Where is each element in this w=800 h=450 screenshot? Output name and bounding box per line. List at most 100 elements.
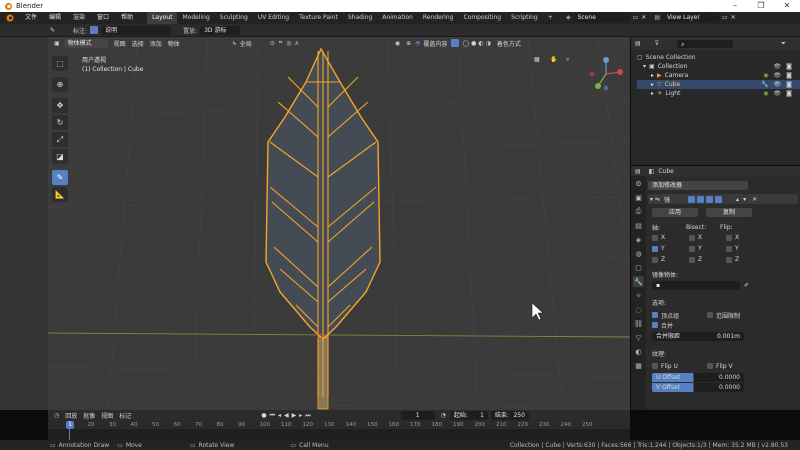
merge-limit-field[interactable]: 合并限距 0.001m: [652, 332, 744, 341]
editor-type-icon[interactable]: ▣: [54, 40, 60, 47]
camera-view-icon[interactable]: ▦: [534, 56, 540, 63]
tab-modeling[interactable]: Modeling: [177, 12, 214, 24]
bisect-x-checkbox[interactable]: [689, 234, 695, 241]
output-tab-icon[interactable]: ⎙: [633, 206, 644, 217]
outliner-filter-icon[interactable]: ⊽: [655, 40, 659, 47]
apply-button[interactable]: 应用: [652, 208, 698, 217]
clipping-checkbox[interactable]: [707, 312, 713, 318]
timeline-track[interactable]: 1020304050607080901001101201301401501601…: [48, 421, 630, 440]
prev-key-icon[interactable]: ◂: [278, 412, 281, 419]
render-toggle-icon[interactable]: [706, 195, 714, 203]
world-tab-icon[interactable]: ◍: [633, 248, 644, 259]
modifier-name[interactable]: 镜: [664, 195, 686, 204]
flip-y-checkbox[interactable]: [726, 245, 732, 252]
scene-add-icon[interactable]: ▭: [633, 14, 639, 21]
view-layer-selector[interactable]: View Layer: [663, 13, 719, 22]
viewport-menu-add[interactable]: 添加: [150, 39, 162, 48]
bisect-y-checkbox[interactable]: [689, 245, 695, 252]
outliner-item-cube[interactable]: ▸ ▽ Cube 🔧 👁 ◙: [637, 80, 800, 89]
preview-range-icon[interactable]: ◔: [441, 412, 446, 419]
outliner-search-input[interactable]: ⌕: [677, 39, 734, 48]
playhead-marker[interactable]: 1: [66, 421, 74, 429]
3d-viewport[interactable]: [48, 37, 630, 410]
zoom-view-icon[interactable]: ⌕: [566, 56, 569, 64]
camera-render-icon[interactable]: ◙: [786, 89, 792, 98]
add-modifier-dropdown[interactable]: 添加修改器: [648, 181, 748, 190]
timeline-menu-playback[interactable]: 回放: [65, 411, 77, 420]
axis-z-checkbox[interactable]: [652, 256, 658, 263]
viewport-toggle-icon[interactable]: [697, 195, 705, 203]
scene-selector[interactable]: Scene: [573, 13, 630, 22]
render-tab-icon[interactable]: ▣: [633, 192, 644, 203]
pivot-icon[interactable]: ⊙: [270, 40, 275, 47]
flip-x-checkbox[interactable]: [726, 234, 732, 241]
minimize-button[interactable]: –: [722, 0, 748, 12]
cage-toggle-icon[interactable]: [715, 195, 723, 203]
overlay-dropdown[interactable]: 覆盖内容: [423, 39, 447, 48]
scale-tool-icon[interactable]: ⤢: [52, 132, 68, 147]
orientation-selector[interactable]: 全局: [240, 39, 268, 48]
axis-x-checkbox[interactable]: [652, 234, 658, 241]
visibility-eye-icon[interactable]: 👁: [774, 62, 782, 71]
visibility-eye-icon[interactable]: 👁: [774, 89, 782, 98]
start-frame-field[interactable]: 起始: 1: [449, 411, 488, 420]
tab-shading[interactable]: Shading: [343, 12, 377, 24]
camera-render-icon[interactable]: ◙: [786, 80, 792, 89]
current-frame-field[interactable]: 1: [400, 411, 435, 420]
properties-editor-icon[interactable]: ▤: [635, 168, 641, 175]
menu-window[interactable]: 窗口: [91, 12, 115, 24]
flip-z-checkbox[interactable]: [726, 256, 732, 263]
tab-scripting[interactable]: Scripting: [506, 12, 543, 24]
outliner-item-light[interactable]: ▸ ☀ Light ◉ 👁 ◙: [637, 89, 800, 98]
view-layer-add-icon[interactable]: ▭: [722, 14, 728, 21]
data-tab-icon[interactable]: ▽: [633, 332, 644, 343]
record-icon[interactable]: ●: [261, 412, 266, 419]
close-button[interactable]: ✕: [774, 0, 800, 12]
rotate-tool-icon[interactable]: ↻: [52, 115, 68, 130]
annotate-tool-button[interactable]: ✎: [52, 170, 68, 185]
merge-checkbox[interactable]: [652, 322, 658, 328]
tool-tab-icon[interactable]: ⚙: [633, 178, 644, 189]
flip-v-checkbox[interactable]: [707, 363, 713, 369]
collection-row[interactable]: ▾ ▣ Collection 👁 ◙: [637, 62, 800, 71]
constraints-tab-icon[interactable]: ⛓: [633, 318, 644, 329]
jump-start-icon[interactable]: ⏮: [270, 412, 275, 420]
timeline-editor-icon[interactable]: ◷: [54, 412, 59, 419]
placement-select[interactable]: 3D 游标: [200, 25, 241, 35]
menu-render[interactable]: 渲染: [67, 12, 91, 24]
flip-u-checkbox[interactable]: [652, 363, 658, 369]
blender-menu-icon[interactable]: [3, 13, 17, 23]
bisect-z-checkbox[interactable]: [689, 256, 695, 263]
v-offset-slider[interactable]: V Offset 0.0000: [652, 383, 744, 392]
next-key-icon[interactable]: ▸: [299, 412, 302, 419]
view-layer-remove-icon[interactable]: ✕: [731, 14, 736, 21]
measure-tool-icon[interactable]: 📐: [52, 187, 68, 202]
scene-remove-icon[interactable]: ✕: [641, 14, 646, 21]
outliner-filter-funnel-icon[interactable]: ⏷: [781, 40, 786, 48]
shading-wireframe-icon[interactable]: ◯: [462, 40, 469, 47]
select-tool-icon[interactable]: ⬚: [52, 56, 68, 71]
visibility-icon[interactable]: ◉: [395, 40, 400, 47]
axis-y-checkbox[interactable]: [652, 245, 658, 252]
shading-dropdown[interactable]: 着色方式: [497, 39, 521, 48]
vertex-groups-checkbox[interactable]: [652, 312, 658, 318]
expand-icon[interactable]: ▾: [643, 62, 646, 71]
remove-modifier-icon[interactable]: ✕: [752, 196, 757, 203]
add-workspace-button[interactable]: +: [543, 12, 558, 24]
timeline-menu-keying[interactable]: 抠像: [83, 411, 95, 420]
falloff-icon[interactable]: ∧: [294, 40, 298, 47]
gizmo-toggle-icon[interactable]: ⊕: [406, 40, 411, 47]
material-tab-icon[interactable]: ◐: [633, 346, 644, 357]
play-reverse-icon[interactable]: ◀: [284, 412, 289, 419]
transform-tool-icon[interactable]: ◪: [52, 149, 68, 164]
expand-icon[interactable]: ▸: [651, 89, 654, 98]
expand-icon[interactable]: ▸: [651, 71, 654, 80]
physics-tab-icon[interactable]: ◌: [633, 304, 644, 315]
menu-edit[interactable]: 编辑: [43, 12, 67, 24]
camera-render-icon[interactable]: ◙: [786, 62, 792, 71]
tab-rendering[interactable]: Rendering: [418, 12, 459, 24]
view-layer-tab-icon[interactable]: ▤: [633, 220, 644, 231]
texture-tab-icon[interactable]: ▦: [633, 360, 644, 371]
outliner-item-camera[interactable]: ▸ ▶ Camera ◉ 👁 ◙: [637, 71, 800, 80]
tab-texture-paint[interactable]: Texture Paint: [294, 12, 343, 24]
